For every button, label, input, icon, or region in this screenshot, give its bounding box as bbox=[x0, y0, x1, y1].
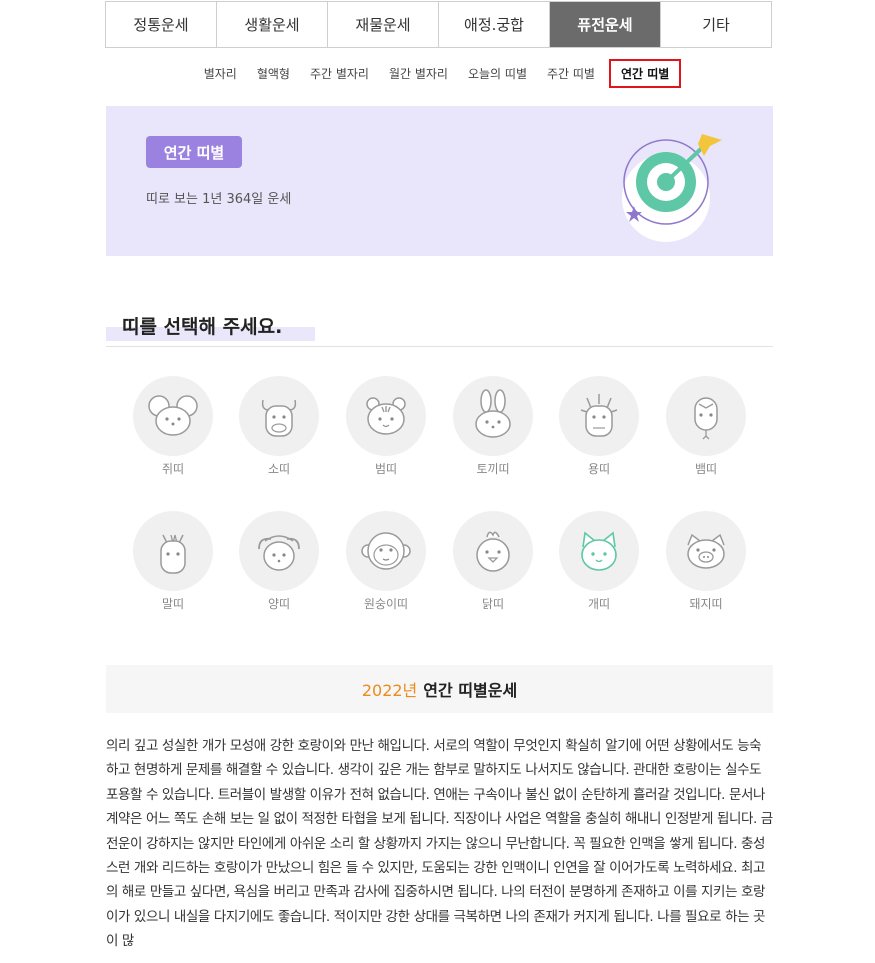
tab-saenghwal[interactable]: 생활운세 bbox=[217, 2, 328, 47]
horse-icon bbox=[160, 534, 186, 574]
ox-icon bbox=[261, 399, 297, 437]
target-dart-icon bbox=[622, 134, 722, 242]
zodiac-pig[interactable]: 돼지띠 bbox=[653, 511, 759, 621]
dragon-icon bbox=[580, 394, 618, 437]
zodiac-pig-circle bbox=[666, 511, 746, 591]
tab-jaemul[interactable]: 재물운세 bbox=[328, 2, 439, 47]
fortune-year: 2022년 bbox=[361, 681, 418, 700]
zodiac-dog[interactable]: 개띠 bbox=[546, 511, 652, 621]
zodiac-horse[interactable]: 말띠 bbox=[120, 511, 226, 621]
zodiac-sheep-circle bbox=[239, 511, 319, 591]
zodiac-dog-circle bbox=[559, 511, 639, 591]
zodiac-rabbit-circle bbox=[453, 376, 533, 456]
subtab-blood-type[interactable]: 혈액형 bbox=[247, 59, 300, 88]
zodiac-pig-label: 돼지띠 bbox=[689, 597, 723, 611]
zodiac-dragon[interactable]: 용띠 bbox=[546, 376, 652, 486]
zodiac-monkey[interactable]: 원숭이띠 bbox=[333, 511, 439, 621]
zodiac-rat-label: 쥐띠 bbox=[161, 462, 185, 476]
zodiac-tiger-label: 범띠 bbox=[374, 462, 398, 476]
zodiac-monkey-circle bbox=[346, 511, 426, 591]
rooster-icon bbox=[476, 531, 510, 572]
zodiac-snake-label: 뱀띠 bbox=[694, 462, 718, 476]
hero-banner: 연간 띠별 띠로 보는 1년 364일 운세 bbox=[106, 106, 773, 256]
rat-icon bbox=[148, 395, 198, 436]
zodiac-dog-label: 개띠 bbox=[587, 597, 611, 611]
hero-badge: 연간 띠별 bbox=[146, 136, 242, 168]
zodiac-tiger[interactable]: 범띠 bbox=[333, 376, 439, 486]
zodiac-rooster-circle bbox=[453, 511, 533, 591]
sheep-icon bbox=[258, 535, 300, 571]
snake-icon bbox=[694, 397, 718, 440]
zodiac-rabbit[interactable]: 토끼띠 bbox=[440, 376, 546, 486]
section-title: 띠를 선택해 주세요. bbox=[122, 316, 283, 338]
zodiac-monkey-label: 원숭이띠 bbox=[363, 597, 409, 611]
monkey-icon bbox=[361, 532, 411, 570]
subtab-today-zodiac[interactable]: 오늘의 띠별 bbox=[458, 59, 537, 88]
sub-category-tabs: 별자리 혈액형 주간 별자리 월간 별자리 오늘의 띠별 주간 띠별 연간 띠별 bbox=[0, 58, 875, 88]
main-category-tabs: 정통운세 생활운세 재물운세 애정.궁합 퓨전운세 기타 bbox=[105, 1, 772, 48]
zodiac-tiger-circle bbox=[346, 376, 426, 456]
zodiac-sheep[interactable]: 양띠 bbox=[226, 511, 332, 621]
zodiac-dragon-label: 용띠 bbox=[587, 462, 611, 476]
subtab-constellation[interactable]: 별자리 bbox=[194, 59, 247, 88]
zodiac-rat-circle bbox=[133, 376, 213, 456]
zodiac-ox[interactable]: 소띠 bbox=[226, 376, 332, 486]
rabbit-icon bbox=[475, 389, 511, 438]
zodiac-rooster[interactable]: 닭띠 bbox=[440, 511, 546, 621]
tab-etc[interactable]: 기타 bbox=[661, 2, 771, 47]
subtab-monthly-constellation[interactable]: 월간 별자리 bbox=[379, 59, 458, 88]
subtab-weekly-constellation[interactable]: 주간 별자리 bbox=[300, 59, 379, 88]
zodiac-ox-label: 소띠 bbox=[267, 462, 291, 476]
subtab-weekly-zodiac[interactable]: 주간 띠별 bbox=[537, 59, 605, 88]
hero-description: 띠로 보는 1년 364일 운세 bbox=[146, 192, 292, 207]
zodiac-rabbit-label: 토끼띠 bbox=[476, 462, 510, 476]
tab-jeongtong[interactable]: 정통운세 bbox=[106, 2, 217, 47]
zodiac-horse-label: 말띠 bbox=[161, 597, 185, 611]
zodiac-snake-circle bbox=[666, 376, 746, 456]
section-header: 띠를 선택해 주세요. bbox=[106, 300, 773, 347]
dog-icon bbox=[581, 531, 617, 571]
zodiac-rat[interactable]: 쥐띠 bbox=[120, 376, 226, 486]
tab-fusion[interactable]: 퓨전운세 bbox=[550, 2, 661, 47]
fortune-body: 의리 깊고 성실한 개가 모성애 강한 호랑이와 만난 해입니다. 서로의 역할… bbox=[106, 738, 773, 950]
tab-aejeong-gunghap[interactable]: 애정.궁합 bbox=[439, 2, 550, 47]
zodiac-rooster-label: 닭띠 bbox=[481, 597, 505, 611]
zodiac-ox-circle bbox=[239, 376, 319, 456]
tiger-icon bbox=[366, 397, 406, 435]
fortune-title: 연간 띠별운세 bbox=[423, 681, 518, 700]
zodiac-dragon-circle bbox=[559, 376, 639, 456]
zodiac-sheep-label: 양띠 bbox=[267, 597, 291, 611]
fortune-header: 2022년 연간 띠별운세 bbox=[106, 665, 773, 713]
zodiac-snake[interactable]: 뱀띠 bbox=[653, 376, 759, 486]
zodiac-horse-circle bbox=[133, 511, 213, 591]
subtab-yearly-zodiac[interactable]: 연간 띠별 bbox=[608, 58, 682, 88]
pig-icon bbox=[687, 533, 725, 569]
